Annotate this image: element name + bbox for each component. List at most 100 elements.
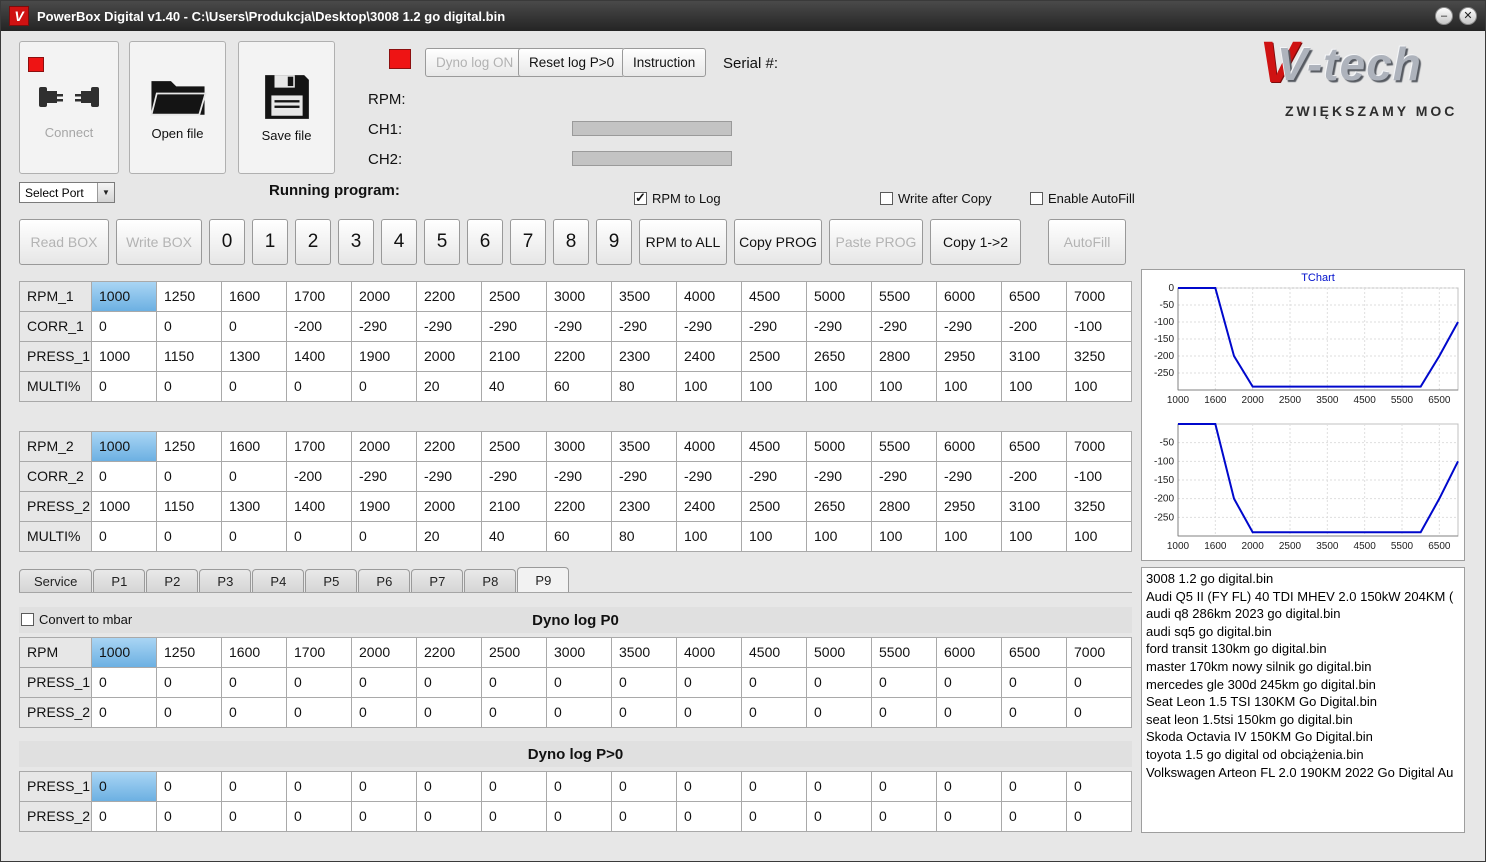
value-cell[interactable]: 0 [92,522,157,552]
value-cell[interactable]: -290 [937,312,1002,342]
value-cell[interactable]: 2500 [742,492,807,522]
value-cell[interactable]: -290 [352,312,417,342]
value-cell[interactable]: -290 [742,462,807,492]
value-cell[interactable]: 0 [612,802,677,832]
file-list-item[interactable]: 3008 1.2 go digital.bin [1146,570,1460,588]
copy-1-to-2-button[interactable]: Copy 1->2 [930,219,1021,265]
value-cell[interactable]: 100 [937,372,1002,402]
value-cell[interactable]: 0 [287,372,352,402]
value-cell[interactable]: -200 [1002,462,1067,492]
value-cell[interactable]: 0 [92,462,157,492]
value-cell[interactable]: 2950 [937,492,1002,522]
file-list-item[interactable]: mercedes gle 300d 245km go digital.bin [1146,676,1460,694]
value-cell[interactable]: 100 [677,372,742,402]
value-cell[interactable]: 60 [547,522,612,552]
value-cell[interactable]: 0 [482,802,547,832]
minimize-button[interactable]: – [1435,7,1453,25]
value-cell[interactable]: 5000 [807,638,872,668]
value-cell[interactable]: 2200 [417,282,482,312]
value-cell[interactable]: 0 [1067,698,1132,728]
copy-prog-button[interactable]: Copy PROG [734,219,822,265]
file-list-item[interactable]: Audi Q5 II (FY FL) 40 TDI MHEV 2.0 150kW… [1146,588,1460,606]
value-cell[interactable]: 0 [1002,772,1067,802]
value-cell[interactable]: -290 [547,462,612,492]
value-cell[interactable]: 0 [287,522,352,552]
file-list-item[interactable]: toyota 1.5 go digital od obciążenia.bin [1146,746,1460,764]
value-cell[interactable]: 0 [417,698,482,728]
value-cell[interactable]: -290 [677,462,742,492]
file-list-item[interactable]: ford transit 130km go digital.bin [1146,640,1460,658]
value-cell[interactable]: 0 [222,462,287,492]
value-cell[interactable]: 0 [222,698,287,728]
value-cell[interactable]: 0 [352,802,417,832]
value-cell[interactable]: 7000 [1067,282,1132,312]
value-cell[interactable]: 40 [482,372,547,402]
value-cell[interactable]: -290 [937,462,1002,492]
value-cell[interactable]: -290 [612,462,677,492]
value-cell[interactable]: 0 [157,802,222,832]
value-cell[interactable]: 2200 [417,432,482,462]
value-cell[interactable]: 0 [937,802,1002,832]
value-cell[interactable]: 2200 [547,342,612,372]
value-cell[interactable]: 1300 [222,492,287,522]
open-file-button[interactable]: Open file [129,41,226,174]
value-cell[interactable]: 3250 [1067,342,1132,372]
value-cell[interactable]: -100 [1067,462,1132,492]
dyno-log-on-button[interactable]: Dyno log ON [425,48,525,77]
value-cell[interactable]: 0 [677,698,742,728]
value-cell[interactable]: 0 [287,668,352,698]
value-cell[interactable]: 3100 [1002,492,1067,522]
value-cell[interactable]: 0 [1002,802,1067,832]
value-cell[interactable]: 0 [417,668,482,698]
value-cell[interactable]: 1000 [92,638,157,668]
value-cell[interactable]: 2300 [612,342,677,372]
value-cell[interactable]: 0 [157,372,222,402]
value-cell[interactable]: 1700 [287,432,352,462]
value-cell[interactable]: 2800 [872,492,937,522]
value-cell[interactable]: 1700 [287,638,352,668]
value-cell[interactable]: 0 [742,698,807,728]
value-cell[interactable]: 4500 [742,282,807,312]
file-list-item[interactable]: seat leon 1.5tsi 150km go digital.bin [1146,711,1460,729]
value-cell[interactable]: 0 [547,698,612,728]
value-cell[interactable]: 5000 [807,282,872,312]
value-cell[interactable]: 1600 [222,282,287,312]
value-cell[interactable]: 7000 [1067,638,1132,668]
value-cell[interactable]: -100 [1067,312,1132,342]
save-file-button[interactable]: Save file [238,41,335,174]
digit-button-7[interactable]: 7 [510,219,546,265]
value-cell[interactable]: 0 [807,668,872,698]
value-cell[interactable]: 5500 [872,432,937,462]
value-cell[interactable]: 0 [547,772,612,802]
value-cell[interactable]: 0 [547,668,612,698]
value-cell[interactable]: 0 [352,668,417,698]
autofill-button[interactable]: AutoFill [1048,219,1126,265]
value-cell[interactable]: 0 [1067,772,1132,802]
value-cell[interactable]: 0 [352,372,417,402]
value-cell[interactable]: -290 [872,312,937,342]
value-cell[interactable]: 3250 [1067,492,1132,522]
value-cell[interactable]: 3000 [547,638,612,668]
digit-button-8[interactable]: 8 [553,219,589,265]
file-list-item[interactable]: master 170km nowy silnik go digital.bin [1146,658,1460,676]
value-cell[interactable]: 0 [547,802,612,832]
value-cell[interactable]: -290 [612,312,677,342]
connect-button[interactable]: Connect [19,41,119,174]
file-list-item[interactable]: Skoda Octavia IV 150KM Go Digital.bin [1146,728,1460,746]
value-cell[interactable]: 1900 [352,342,417,372]
tab-p8[interactable]: P8 [464,569,517,592]
value-cell[interactable]: 2000 [352,282,417,312]
value-cell[interactable]: 0 [482,698,547,728]
value-cell[interactable]: 1300 [222,342,287,372]
value-cell[interactable]: 0 [612,772,677,802]
value-cell[interactable]: -290 [742,312,807,342]
value-cell[interactable]: 0 [157,522,222,552]
digit-button-1[interactable]: 1 [252,219,288,265]
value-cell[interactable]: 100 [1002,522,1067,552]
value-cell[interactable]: 2500 [482,638,547,668]
value-cell[interactable]: 60 [547,372,612,402]
value-cell[interactable]: -200 [287,462,352,492]
value-cell[interactable]: 0 [742,772,807,802]
value-cell[interactable]: 6000 [937,282,1002,312]
value-cell[interactable]: 0 [417,772,482,802]
